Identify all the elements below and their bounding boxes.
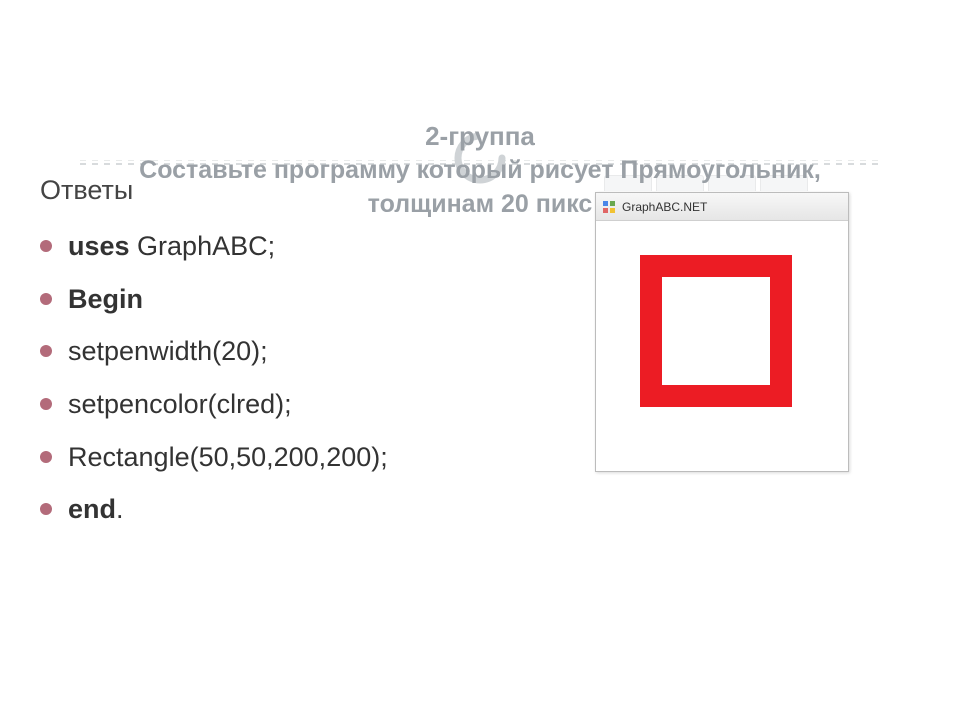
code-text: GraphABC; <box>130 231 276 261</box>
list-item: end. <box>40 483 920 536</box>
header: 2-группа Составьте программу который рис… <box>40 30 920 220</box>
code-keyword: end <box>68 494 116 524</box>
code-keyword: Begin <box>68 284 143 314</box>
slide-title: 2-группа Составьте программу который рис… <box>40 120 920 221</box>
window-client-area <box>596 221 848 471</box>
code-text: setpenwidth(20); <box>68 336 268 366</box>
graph-window: GraphABC.NET <box>595 192 849 472</box>
code-text: . <box>116 494 124 524</box>
title-line-3: толщинам 20 пикс <box>40 188 920 222</box>
slide: 2-группа Составьте программу который рис… <box>0 0 960 720</box>
code-keyword: uses <box>68 231 130 261</box>
red-rectangle <box>640 255 792 407</box>
title-line-2: Составьте программу который рисует Прямо… <box>40 154 920 188</box>
code-text: setpencolor(clred); <box>68 389 292 419</box>
code-text: Rectangle(50,50,200,200); <box>68 442 388 472</box>
title-line-1: 2-группа <box>40 120 920 154</box>
